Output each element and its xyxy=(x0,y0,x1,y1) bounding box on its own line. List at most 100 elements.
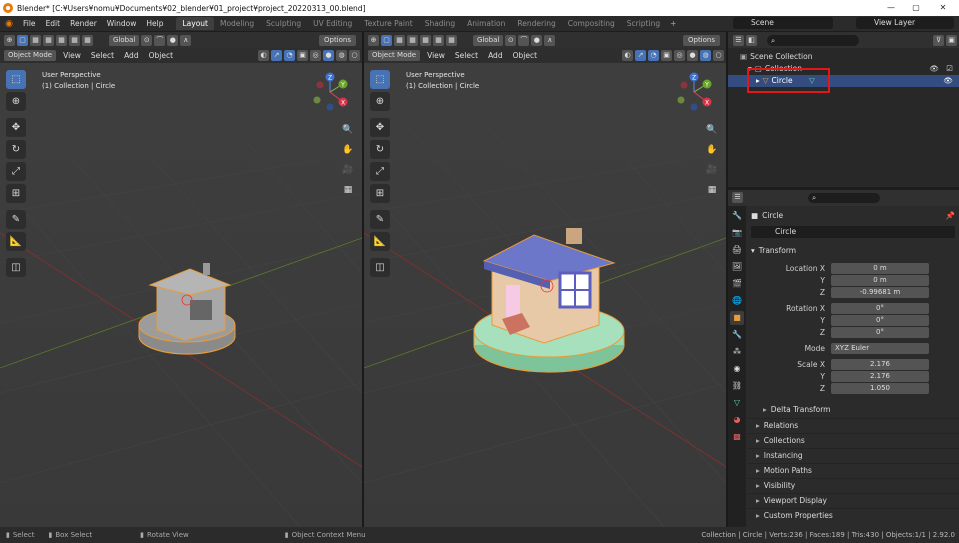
rotation-z-field[interactable]: 0° xyxy=(831,327,929,338)
xray-icon[interactable]: ▣ xyxy=(297,50,308,61)
add-cube-tool-icon[interactable]: ◫ xyxy=(6,258,26,277)
blender-menu-icon[interactable]: ◉ xyxy=(0,19,18,29)
cursor-tool-icon-right[interactable]: ⊕ xyxy=(370,92,390,111)
new-collection-icon[interactable]: ▣ xyxy=(946,34,957,46)
selection-mode-invert[interactable]: ▦ xyxy=(69,34,80,46)
select-mode-button-right[interactable]: ▢ xyxy=(381,34,392,46)
view-layer-tab-icon[interactable]: 🖼 xyxy=(730,260,744,274)
navigation-gizmo-left[interactable]: Z Y X xyxy=(310,72,350,112)
shading-wireframe-icon-right[interactable]: ◎ xyxy=(674,50,685,61)
editor-type-button[interactable]: ⊕ xyxy=(4,34,15,46)
shading-material-icon[interactable]: ◍ xyxy=(336,50,347,61)
perspective-toggle-icon-right[interactable]: ▦ xyxy=(704,182,720,198)
tab-modeling[interactable]: Modeling xyxy=(214,17,260,30)
close-button[interactable]: ✕ xyxy=(932,0,954,16)
menu-help[interactable]: Help xyxy=(141,19,168,28)
pan-icon[interactable]: ✋ xyxy=(340,142,356,158)
menu-object-right[interactable]: Object xyxy=(508,51,542,60)
annotate-tool-icon-right[interactable]: ✎ xyxy=(370,210,390,229)
properties-search-input[interactable]: ⌕ xyxy=(808,193,880,203)
move-tool-icon-right[interactable]: ✥ xyxy=(370,118,390,137)
select-tool-icon-right[interactable]: ⬚ xyxy=(370,70,390,89)
proportional-icon[interactable]: ● xyxy=(167,34,179,46)
annotate-tool-icon[interactable]: ✎ xyxy=(6,210,26,229)
pivot-icon-right[interactable]: ⊙ xyxy=(505,34,517,46)
tab-uv-editing[interactable]: UV Editing xyxy=(307,17,358,30)
tab-rendering[interactable]: Rendering xyxy=(511,17,561,30)
navigation-gizmo-right[interactable]: Z Y X xyxy=(674,72,714,112)
physics-tab-icon[interactable]: ◉ xyxy=(730,362,744,376)
location-x-field[interactable]: 0 m xyxy=(831,263,929,274)
move-tool-icon[interactable]: ✥ xyxy=(6,118,26,137)
options-dropdown-right[interactable]: Options xyxy=(682,34,720,46)
shading-material-icon-right[interactable]: ◍ xyxy=(700,50,711,61)
zoom-icon[interactable]: 🔍 xyxy=(340,122,356,138)
orientation-dropdown[interactable]: Global xyxy=(109,34,140,46)
delta-transform-section[interactable]: Delta Transform xyxy=(747,403,959,416)
viewport-left[interactable]: ⊕ ▢ ▦ ▦ ▦ ▦ ▦ Global ⊙ ⌒ ● ∧ Options Obj… xyxy=(0,32,362,527)
menu-edit[interactable]: Edit xyxy=(41,19,66,28)
motion-paths-section[interactable]: Motion Paths xyxy=(747,463,959,476)
selection-mode-invert-right[interactable]: ▦ xyxy=(433,34,444,46)
editor-type-button-right[interactable]: ⊕ xyxy=(368,34,379,46)
snap-icon-right[interactable]: ⌒ xyxy=(518,34,530,46)
tab-animation[interactable]: Animation xyxy=(461,17,511,30)
object-name-field[interactable]: Circle xyxy=(751,226,955,238)
material-tab-icon[interactable]: ◕ xyxy=(730,413,744,427)
scene-selector[interactable]: Scene xyxy=(733,17,833,29)
tab-sculpting[interactable]: Sculpting xyxy=(260,17,307,30)
minimize-button[interactable]: — xyxy=(880,0,902,16)
selection-mode-subtract-right[interactable]: ▦ xyxy=(420,34,431,46)
object-tab-icon[interactable]: ■ xyxy=(730,311,744,325)
menu-view-right[interactable]: View xyxy=(422,51,450,60)
rotation-y-field[interactable]: 0° xyxy=(831,315,929,326)
scene-tab-icon[interactable]: 🎬 xyxy=(730,277,744,291)
location-y-field[interactable]: 0 m xyxy=(831,275,929,286)
pin-icon[interactable]: 📌 xyxy=(946,211,955,220)
rotate-tool-icon-right[interactable]: ↻ xyxy=(370,140,390,159)
collections-section[interactable]: Collections xyxy=(747,433,959,446)
particles-tab-icon[interactable]: ⁂ xyxy=(730,345,744,359)
menu-render[interactable]: Render xyxy=(65,19,102,28)
falloff-icon-right[interactable]: ∧ xyxy=(544,34,556,46)
shading-rendered-icon-right[interactable]: ○ xyxy=(713,50,724,61)
shading-solid-icon-right[interactable]: ● xyxy=(687,50,698,61)
rotation-mode-dropdown[interactable]: XYZ Euler xyxy=(831,343,929,354)
perspective-toggle-icon[interactable]: ▦ xyxy=(340,182,356,198)
overlay-icon-right[interactable]: ◔ xyxy=(648,50,659,61)
visibility-icon-right[interactable]: ◐ xyxy=(622,50,633,61)
falloff-icon[interactable]: ∧ xyxy=(180,34,192,46)
menu-file[interactable]: File xyxy=(18,19,41,28)
selection-mode-intersect-right[interactable]: ▦ xyxy=(446,34,457,46)
render-tab-icon[interactable]: 📷 xyxy=(730,226,744,240)
pivot-icon[interactable]: ⊙ xyxy=(141,34,153,46)
overlay-icon[interactable]: ◔ xyxy=(284,50,295,61)
measure-tool-icon-right[interactable]: 📐 xyxy=(370,232,390,251)
menu-object[interactable]: Object xyxy=(144,51,178,60)
menu-select-right[interactable]: Select xyxy=(450,51,483,60)
world-tab-icon[interactable]: 🌐 xyxy=(730,294,744,308)
transform-tool-icon-right[interactable]: ⊞ xyxy=(370,184,390,203)
menu-window[interactable]: Window xyxy=(102,19,142,28)
outliner-editor-icon[interactable]: ☰ xyxy=(733,34,744,46)
gizmo-icon-right[interactable]: ↗ xyxy=(635,50,646,61)
object-mode-dropdown[interactable]: Object Mode xyxy=(4,50,57,61)
custom-properties-section[interactable]: Custom Properties xyxy=(747,508,959,521)
rotate-tool-icon[interactable]: ↻ xyxy=(6,140,26,159)
measure-tool-icon[interactable]: 📐 xyxy=(6,232,26,251)
zoom-icon-right[interactable]: 🔍 xyxy=(704,122,720,138)
selection-mode-extend-right[interactable]: ▦ xyxy=(407,34,418,46)
filter-icon[interactable]: ⊽ xyxy=(933,34,944,46)
selection-mode-intersect[interactable]: ▦ xyxy=(82,34,93,46)
camera-icon[interactable]: 🎥 xyxy=(340,162,356,178)
snap-icon[interactable]: ⌒ xyxy=(154,34,166,46)
pan-icon-right[interactable]: ✋ xyxy=(704,142,720,158)
visibility-section[interactable]: Visibility xyxy=(747,478,959,491)
outliner-search-input[interactable]: ⌕ xyxy=(767,34,859,46)
menu-select[interactable]: Select xyxy=(86,51,119,60)
scale-y-field[interactable]: 2.176 xyxy=(831,371,929,382)
rotation-x-field[interactable]: 0° xyxy=(831,303,929,314)
tab-shading[interactable]: Shading xyxy=(419,17,461,30)
selection-mode-subtract[interactable]: ▦ xyxy=(56,34,67,46)
options-dropdown[interactable]: Options xyxy=(318,34,356,46)
